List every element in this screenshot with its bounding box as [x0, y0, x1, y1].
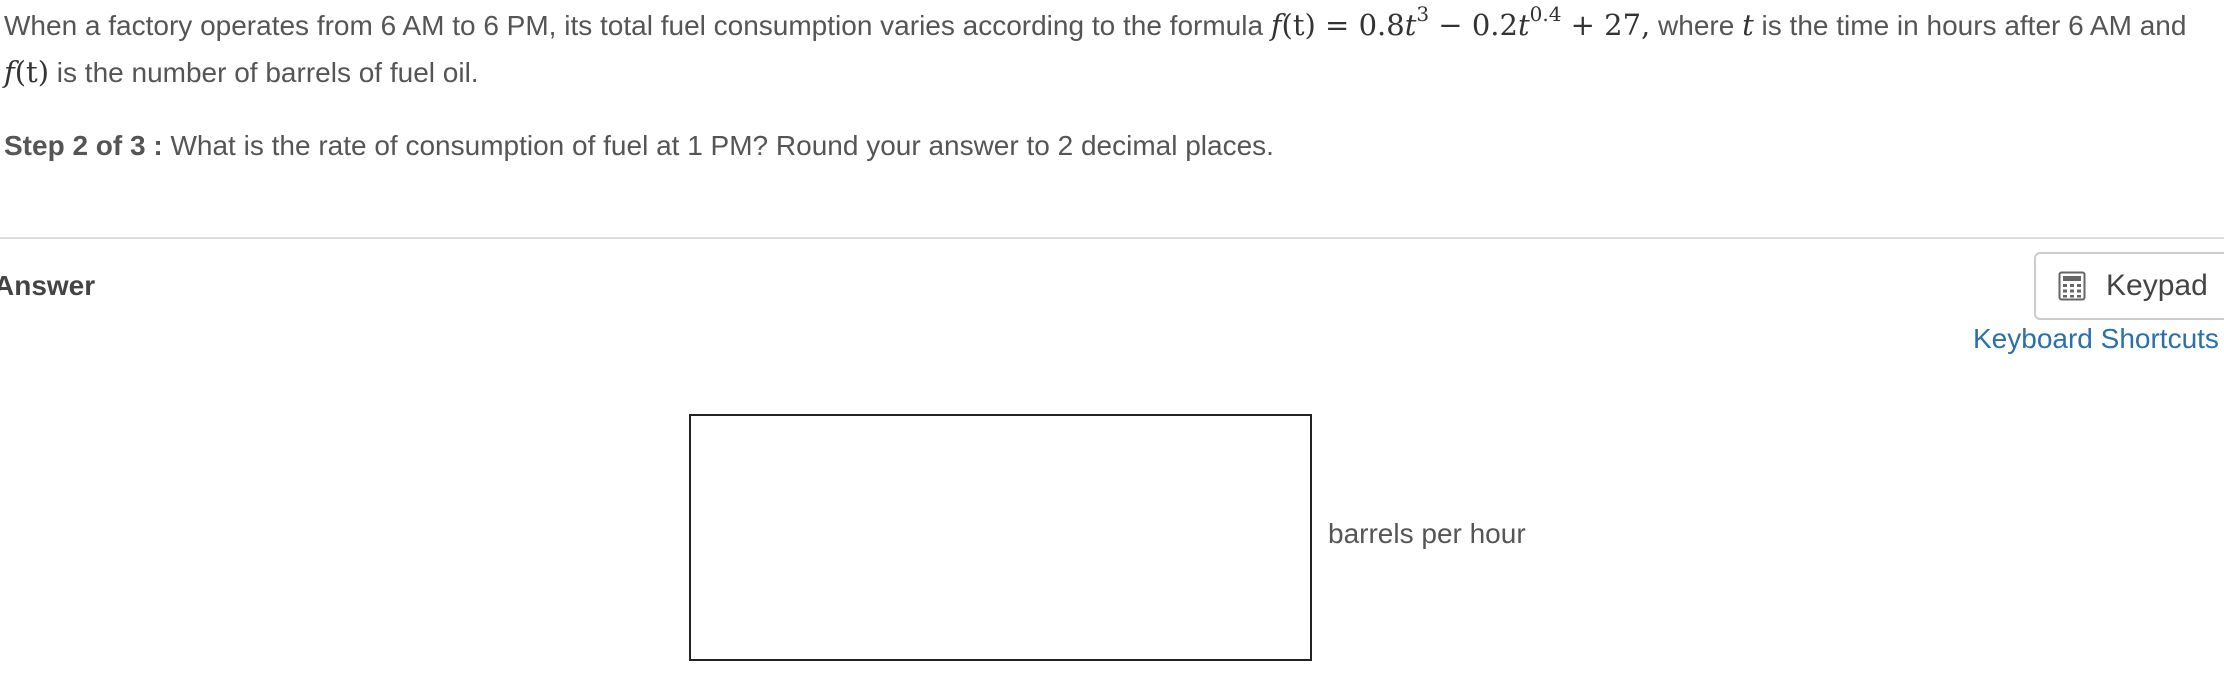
formula-argument: (t) [1281, 8, 1316, 42]
formula-variable-2: t [1517, 8, 1530, 42]
function-reference-argument: (t) [14, 55, 50, 89]
formula-constant: + 27, [1561, 8, 1651, 42]
keypad-label: Keypad [2106, 269, 2208, 302]
formula-coefficient-2: − 0.2 [1429, 8, 1518, 42]
section-divider [0, 237, 2224, 239]
formula-coefficient-1: = 0.8 [1315, 8, 1405, 42]
step-label: Step 2 of 3 : [4, 130, 163, 161]
answer-input[interactable] [689, 414, 1312, 661]
keyboard-shortcuts-link[interactable]: Keyboard Shortcuts [1973, 323, 2219, 355]
function-reference: f(t) [4, 55, 49, 89]
question-middle: is the time in hours after 6 AM and [1753, 10, 2187, 41]
question-where: where [1650, 10, 1743, 41]
formula: f(t) = 0.8t3 − 0.2t0.4 + 27, [1270, 4, 1651, 42]
formula-exponent-2: 0.4 [1529, 2, 1562, 26]
step-question: What is the rate of consumption of fuel … [162, 130, 1274, 161]
answer-heading: Answer [0, 270, 96, 301]
formula-function-name: f [1270, 8, 1282, 42]
formula-variable-1: t [1404, 8, 1417, 42]
question-intro: When a factory operates from 6 AM to 6 P… [4, 10, 1271, 41]
unit-label: barrels per hour [1328, 518, 1526, 549]
function-reference-name: f [4, 55, 15, 89]
question-text: When a factory operates from 6 AM to 6 P… [4, 2, 2220, 96]
step-prompt: Step 2 of 3 : What is the rate of consum… [4, 126, 1274, 166]
variable-t: t [1742, 8, 1754, 42]
question-end: is the number of barrels of fuel oil. [49, 57, 479, 88]
calculator-icon [2058, 271, 2086, 301]
keypad-button[interactable]: Keypad [2034, 252, 2224, 320]
formula-exponent-1: 3 [1416, 2, 1430, 26]
